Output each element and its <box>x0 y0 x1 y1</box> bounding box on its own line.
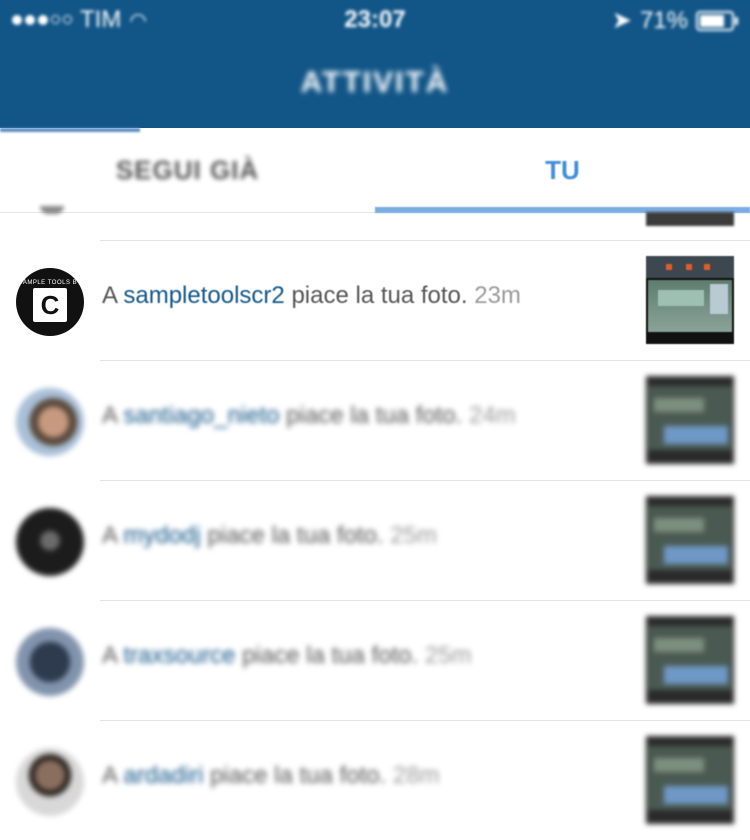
post-thumbnail[interactable] <box>646 496 734 584</box>
avatar[interactable] <box>16 508 84 576</box>
activity-row[interactable]: SAMPLE TOOLS BY C A sampletoolscr2 piace… <box>0 240 750 360</box>
battery-percentage: 71% <box>639 6 688 34</box>
battery-icon <box>696 10 738 31</box>
divider <box>100 240 750 241</box>
activity-time: 25m <box>424 642 472 669</box>
activity-action: piace la tua foto. <box>242 642 419 669</box>
status-bar: TIM ◠ 23:07 ➤ 71% <box>0 0 750 40</box>
activity-text: A traxsource piace la tua foto. 25m <box>102 642 472 670</box>
page-title: ATTIVITÀ <box>300 66 450 99</box>
header: TIM ◠ 23:07 ➤ 71% ATTIVITÀ <box>0 0 750 128</box>
post-thumbnail[interactable] <box>646 212 734 226</box>
username-link[interactable]: traxsource <box>123 642 235 669</box>
avatar[interactable]: SAMPLE TOOLS BY C <box>16 268 84 336</box>
post-thumbnail[interactable] <box>646 376 734 464</box>
tab-you[interactable]: TU <box>375 128 750 212</box>
activity-text: A santiago_nieto piace la tua foto. 24m <box>102 402 516 430</box>
list-item[interactable] <box>0 206 750 240</box>
activity-row[interactable]: A traxsource piace la tua foto. 25m <box>0 600 750 720</box>
activity-row[interactable]: A santiago_nieto piace la tua foto. 24m <box>0 360 750 480</box>
post-thumbnail[interactable] <box>646 256 734 344</box>
avatar[interactable] <box>16 388 84 456</box>
avatar[interactable] <box>16 628 84 696</box>
activity-action: piace la tua foto. <box>291 282 468 309</box>
activity-row[interactable]: A mydodj piace la tua foto. 25m <box>0 480 750 600</box>
avatar[interactable] <box>40 206 64 214</box>
activity-time: 23m <box>474 282 521 309</box>
divider <box>100 600 750 601</box>
divider <box>100 480 750 481</box>
avatar[interactable] <box>16 748 84 816</box>
activity-time: 24m <box>468 402 516 429</box>
activity-prefix: A <box>102 522 117 549</box>
username-link[interactable]: mydodj <box>123 522 200 549</box>
activity-prefix: A <box>102 282 117 309</box>
divider <box>100 360 750 361</box>
username-link[interactable]: ardadiri <box>123 762 203 789</box>
activity-text: A sampletoolscr2 piace la tua foto. 23m <box>102 282 521 310</box>
tab-bar: SEGUI GIÀ TU <box>0 128 750 213</box>
activity-row[interactable]: A ardadiri piace la tua foto. 28m <box>0 720 750 840</box>
avatar-logo-text: SAMPLE TOOLS BY <box>18 280 82 286</box>
username-link[interactable]: sampletoolscr2 <box>123 282 284 309</box>
activity-text: A mydodj piace la tua foto. 25m <box>102 522 437 550</box>
tab-following[interactable]: SEGUI GIÀ <box>0 128 375 212</box>
activity-action: piace la tua foto. <box>210 762 387 789</box>
post-thumbnail[interactable] <box>646 616 734 704</box>
activity-action: piace la tua foto. <box>207 522 384 549</box>
divider <box>100 720 750 721</box>
activity-text: A ardadiri piace la tua foto. 28m <box>102 762 440 790</box>
activity-prefix: A <box>102 762 117 789</box>
activity-time: 25m <box>390 522 437 549</box>
activity-action: piace la tua foto. <box>286 402 463 429</box>
post-thumbnail[interactable] <box>646 736 734 824</box>
activity-time: 28m <box>392 762 440 789</box>
avatar-logo-letter: C <box>33 288 67 322</box>
location-arrow-icon: ➤ <box>611 7 632 34</box>
activity-prefix: A <box>102 402 117 429</box>
username-link[interactable]: santiago_nieto <box>123 402 279 429</box>
activity-prefix: A <box>102 642 117 669</box>
